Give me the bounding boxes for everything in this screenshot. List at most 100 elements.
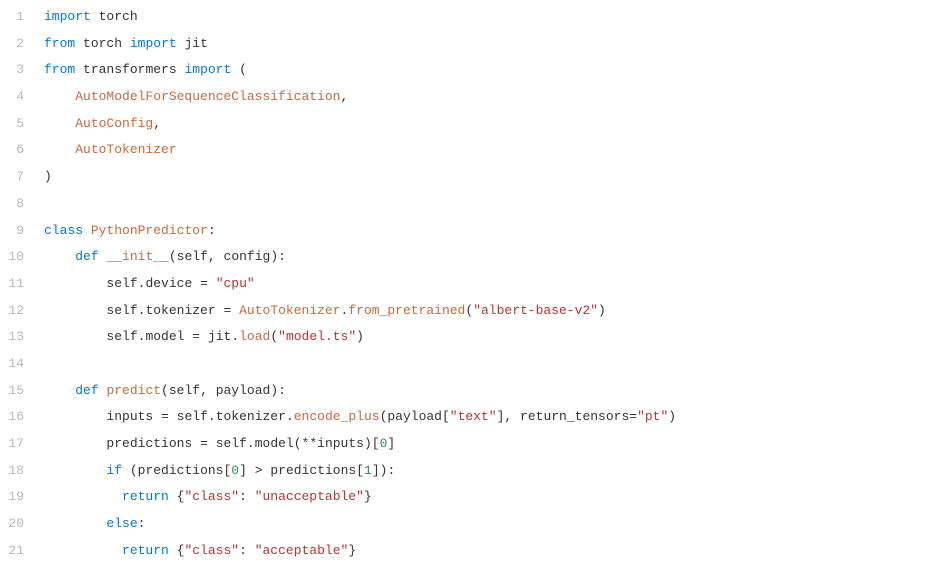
identifier: transformers: [83, 62, 177, 77]
line-number: 15: [0, 378, 24, 405]
dot: .: [231, 329, 239, 344]
line-number: 6: [0, 137, 24, 164]
comma: ,: [340, 89, 348, 104]
colon: :: [387, 463, 395, 478]
function-name: __init__: [106, 249, 168, 264]
identifier: tokenizer: [216, 409, 286, 424]
code-content: import torch from torch import jit from …: [36, 4, 932, 564]
paren: ): [668, 409, 676, 424]
line-number: 12: [0, 298, 24, 325]
identifier: inputs: [317, 436, 364, 451]
code-line: AutoTokenizer: [44, 137, 932, 164]
line-number: 7: [0, 164, 24, 191]
identifier: torch: [99, 9, 138, 24]
dot: .: [286, 409, 294, 424]
keyword: else: [106, 516, 137, 531]
colon: :: [239, 543, 247, 558]
keyword: return: [122, 543, 169, 558]
bracket: ]: [239, 463, 247, 478]
identifier: model: [145, 329, 184, 344]
bracket: [: [372, 436, 380, 451]
number-literal: 0: [231, 463, 239, 478]
comma: ,: [153, 116, 161, 131]
paren: (: [169, 249, 177, 264]
identifier: device: [145, 276, 192, 291]
code-line: def __init__(self, config):: [44, 244, 932, 271]
code-line: AutoModelForSequenceClassification,: [44, 84, 932, 111]
identifier: self: [106, 329, 137, 344]
brace: }: [364, 489, 372, 504]
comma: ,: [504, 409, 512, 424]
line-number: 18: [0, 458, 24, 485]
operator: =: [200, 276, 208, 291]
colon: :: [278, 383, 286, 398]
operator: =: [223, 303, 231, 318]
identifier: self: [216, 436, 247, 451]
string-literal: "model.ts": [278, 329, 356, 344]
paren: (: [130, 463, 138, 478]
identifier: predictions: [138, 463, 224, 478]
string-literal: "acceptable": [255, 543, 349, 558]
paren: ): [44, 169, 52, 184]
code-line: AutoConfig,: [44, 111, 932, 138]
code-line: [44, 191, 932, 218]
line-number: 9: [0, 218, 24, 245]
identifier: self: [169, 383, 200, 398]
function-name: load: [239, 329, 270, 344]
class-name: AutoTokenizer: [75, 142, 176, 157]
keyword: import: [184, 62, 231, 77]
keyword: class: [44, 223, 83, 238]
function-name: predict: [106, 383, 161, 398]
operator: =: [629, 409, 637, 424]
identifier: self: [106, 303, 137, 318]
bracket: ]: [372, 463, 380, 478]
line-number: 2: [0, 31, 24, 58]
identifier: jit: [184, 36, 207, 51]
class-name: AutoModelForSequenceClassification: [75, 89, 340, 104]
identifier: predictions: [106, 436, 192, 451]
code-line: self.tokenizer = AutoTokenizer.from_pret…: [44, 298, 932, 325]
keyword: return: [122, 489, 169, 504]
identifier: self: [177, 249, 208, 264]
line-number: 11: [0, 271, 24, 298]
code-line: self.device = "cpu": [44, 271, 932, 298]
function-name: from_pretrained: [348, 303, 465, 318]
colon: :: [208, 223, 216, 238]
code-line: import torch: [44, 4, 932, 31]
code-line: class PythonPredictor:: [44, 218, 932, 245]
dot: .: [208, 409, 216, 424]
line-number: 14: [0, 351, 24, 378]
identifier: predictions: [270, 463, 356, 478]
keyword: from: [44, 36, 75, 51]
code-line: [44, 351, 932, 378]
keyword: def: [75, 383, 98, 398]
paren: (: [239, 62, 247, 77]
bracket: [: [356, 463, 364, 478]
string-literal: "pt": [637, 409, 668, 424]
keyword: def: [75, 249, 98, 264]
class-name: AutoTokenizer: [239, 303, 340, 318]
paren: (: [270, 329, 278, 344]
identifier: model: [255, 436, 294, 451]
colon: :: [138, 516, 146, 531]
line-number: 13: [0, 324, 24, 351]
paren: ): [364, 436, 372, 451]
code-line: self.model = jit.load("model.ts"): [44, 324, 932, 351]
line-number-gutter: 1 2 3 4 5 6 7 8 9 10 11 12 13 14 15 16 1…: [0, 4, 36, 564]
code-line: inputs = self.tokenizer.encode_plus(payl…: [44, 404, 932, 431]
identifier: inputs: [106, 409, 153, 424]
paren: ): [356, 329, 364, 344]
identifier: payload: [387, 409, 442, 424]
line-number: 8: [0, 191, 24, 218]
paren: ): [270, 383, 278, 398]
line-number: 10: [0, 244, 24, 271]
operator: >: [255, 463, 263, 478]
identifier: config: [224, 249, 271, 264]
line-number: 3: [0, 57, 24, 84]
function-name: encode_plus: [294, 409, 380, 424]
code-line: ): [44, 164, 932, 191]
paren: ): [270, 249, 278, 264]
operator: **: [302, 436, 318, 451]
colon: :: [278, 249, 286, 264]
string-literal: "class": [184, 543, 239, 558]
